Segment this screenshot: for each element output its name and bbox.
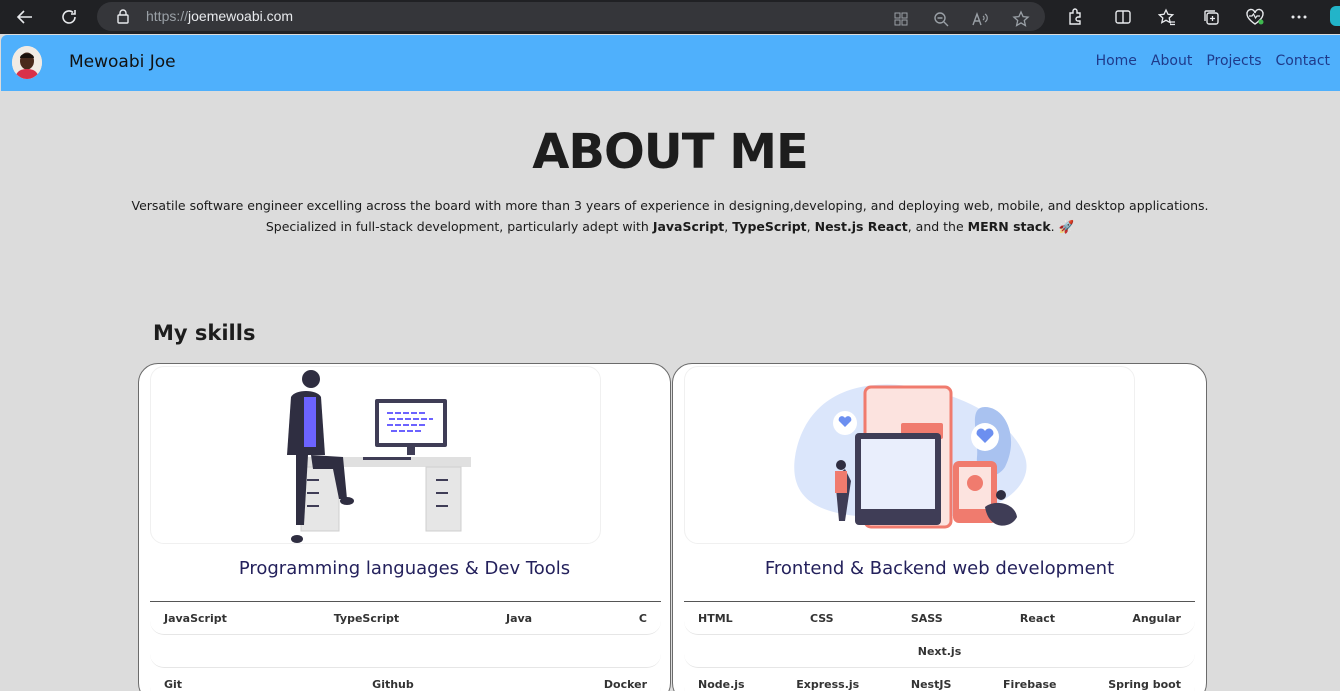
skill-item: Angular [1132, 611, 1181, 625]
extensions-icon[interactable] [1064, 6, 1086, 28]
skill-item: Firebase [1003, 677, 1057, 691]
skill-highlight-mern: MERN stack [967, 219, 1051, 234]
skill-highlight-typescript: TypeScript [732, 219, 807, 234]
skill-item: Express.js [796, 677, 860, 691]
copilot-icon[interactable] [1330, 6, 1340, 26]
nav-projects[interactable]: Projects [1206, 53, 1261, 69]
skill-item: Node.js [698, 677, 745, 691]
skill-item: CSS [809, 611, 834, 625]
zoom-icon[interactable] [930, 8, 952, 30]
refresh-icon[interactable] [57, 5, 81, 29]
card-title: Programming languages & Dev Tools [238, 558, 571, 579]
rocket-suffix: . 🚀 [1050, 219, 1075, 234]
skill-item: Docker [603, 677, 647, 691]
read-aloud-icon[interactable] [969, 8, 991, 30]
developer-desk-illustration [150, 366, 601, 544]
skill-row: HTML CSS SASS React Angular [684, 602, 1195, 635]
skill-list: JavaScript TypeScript Java C Git Github … [150, 601, 661, 691]
main-nav: Home About Projects Contact [1096, 53, 1330, 69]
nav-contact[interactable]: Contact [1276, 53, 1330, 69]
about-line-2: Specialized in full-stack development, p… [100, 216, 1240, 237]
skill-card-web-development: Frontend & Backend web development HTML … [672, 363, 1207, 691]
skill-item: TypeScript [333, 611, 400, 625]
skill-item: HTML [698, 611, 733, 625]
skill-highlight-javascript: JavaScript [652, 219, 725, 234]
skill-highlight-nest-react: Nest.js React [814, 219, 908, 234]
about-line-2-prefix: Specialized in full-stack development, p… [265, 219, 653, 234]
skills-heading: My skills [153, 321, 256, 345]
skill-item: JavaScript [164, 611, 227, 625]
site-header: Mewoabi Joe Home About Projects Contact [1, 35, 1340, 91]
about-description: Versatile software engineer excelling ac… [100, 195, 1240, 237]
web-development-illustration [684, 366, 1135, 544]
nav-home[interactable]: Home [1096, 53, 1137, 69]
skill-item: Java [506, 611, 533, 625]
separator: , [806, 219, 815, 234]
nav-about[interactable]: About [1151, 53, 1192, 69]
skill-card-programming: Programming languages & Dev Tools JavaSc… [138, 363, 671, 691]
favorites-icon[interactable] [1156, 6, 1178, 28]
skill-row: Git Github Docker [150, 668, 661, 691]
skill-row [150, 635, 661, 668]
collections-icon[interactable] [1200, 6, 1222, 28]
skill-row: JavaScript TypeScript Java C [150, 602, 661, 635]
browser-essentials-icon[interactable] [1244, 6, 1266, 28]
skill-item: Git [164, 677, 183, 691]
more-menu-icon[interactable] [1288, 6, 1310, 28]
skill-item: Github [372, 677, 414, 691]
skill-row: Next.js [684, 635, 1195, 668]
avatar[interactable] [12, 46, 42, 79]
split-screen-icon[interactable] [1112, 6, 1134, 28]
brand-name[interactable]: Mewoabi Joe [69, 52, 176, 72]
skill-list: HTML CSS SASS React Angular Next.js Node… [684, 601, 1195, 691]
address-bar[interactable]: https://joemewoabi.com [97, 2, 1045, 31]
separator: , and the [907, 219, 968, 234]
skill-item: Next.js [917, 644, 962, 658]
about-title: ABOUT ME [532, 124, 809, 180]
skill-item: NestJS [910, 677, 952, 691]
skill-row: Node.js Express.js NestJS Firebase Sprin… [684, 668, 1195, 691]
card-title: Frontend & Backend web development [764, 558, 1115, 579]
url-text: https://joemewoabi.com [146, 8, 294, 24]
favorite-star-icon[interactable] [1010, 8, 1032, 30]
app-available-icon[interactable] [890, 8, 912, 30]
lock-icon [116, 8, 130, 28]
skill-item: SASS [910, 611, 943, 625]
back-icon[interactable] [13, 5, 37, 29]
skill-item: C [638, 611, 647, 625]
skill-item: React [1019, 611, 1056, 625]
skill-item: Spring boot [1108, 677, 1181, 691]
about-line-1: Versatile software engineer excelling ac… [131, 198, 1209, 213]
browser-toolbar: https://joemewoabi.com [0, 0, 1340, 34]
